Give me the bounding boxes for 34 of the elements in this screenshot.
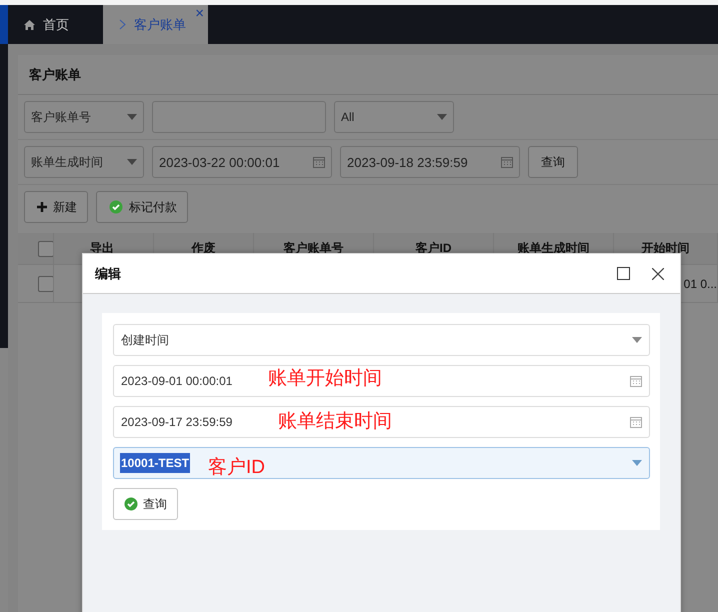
chevron-icon [119,19,126,30]
plus-icon [37,202,47,212]
home-icon [24,20,35,30]
check-icon [109,200,123,214]
checkbox[interactable] [38,276,53,292]
tab[interactable]: 首页 [8,5,91,44]
dialog-title: 编辑 [95,264,122,282]
calendar-icon[interactable] [630,416,642,428]
date-field[interactable]: 2023-03-22 00:00:01 [152,146,332,178]
select-field[interactable]: All [334,101,454,133]
toolbar-button[interactable]: 标记付款 [96,191,188,223]
annotation-label: 账单开始时间 [268,367,382,391]
caret-icon[interactable] [127,159,137,165]
caret-icon[interactable] [632,337,642,343]
search-button[interactable]: 查询 [528,146,578,178]
select-field[interactable]: 创建时间 [113,324,650,356]
select-field[interactable]: 客户账单号 [24,101,144,133]
search-button[interactable]: 查询 [113,488,178,520]
annotation-label: 账单结束时间 [278,410,392,434]
caret-icon[interactable] [127,114,137,120]
table-cell: 01 0... [684,276,717,290]
checkbox[interactable] [38,240,53,256]
calendar-icon[interactable] [630,375,642,387]
check-icon [124,497,138,511]
calendar-icon[interactable] [501,156,513,168]
panel-title: 客户账单 [18,55,718,95]
calendar-icon[interactable] [313,156,325,168]
input-field[interactable] [152,101,326,133]
caret-icon[interactable] [437,114,447,120]
toolbar-button[interactable]: 新建 [24,191,88,223]
date-field[interactable]: 2023-09-18 23:59:59 [340,146,520,178]
caret-icon[interactable] [632,460,642,466]
select-field[interactable]: 账单生成时间 [24,146,144,178]
annotation-label: 客户ID [208,456,265,480]
